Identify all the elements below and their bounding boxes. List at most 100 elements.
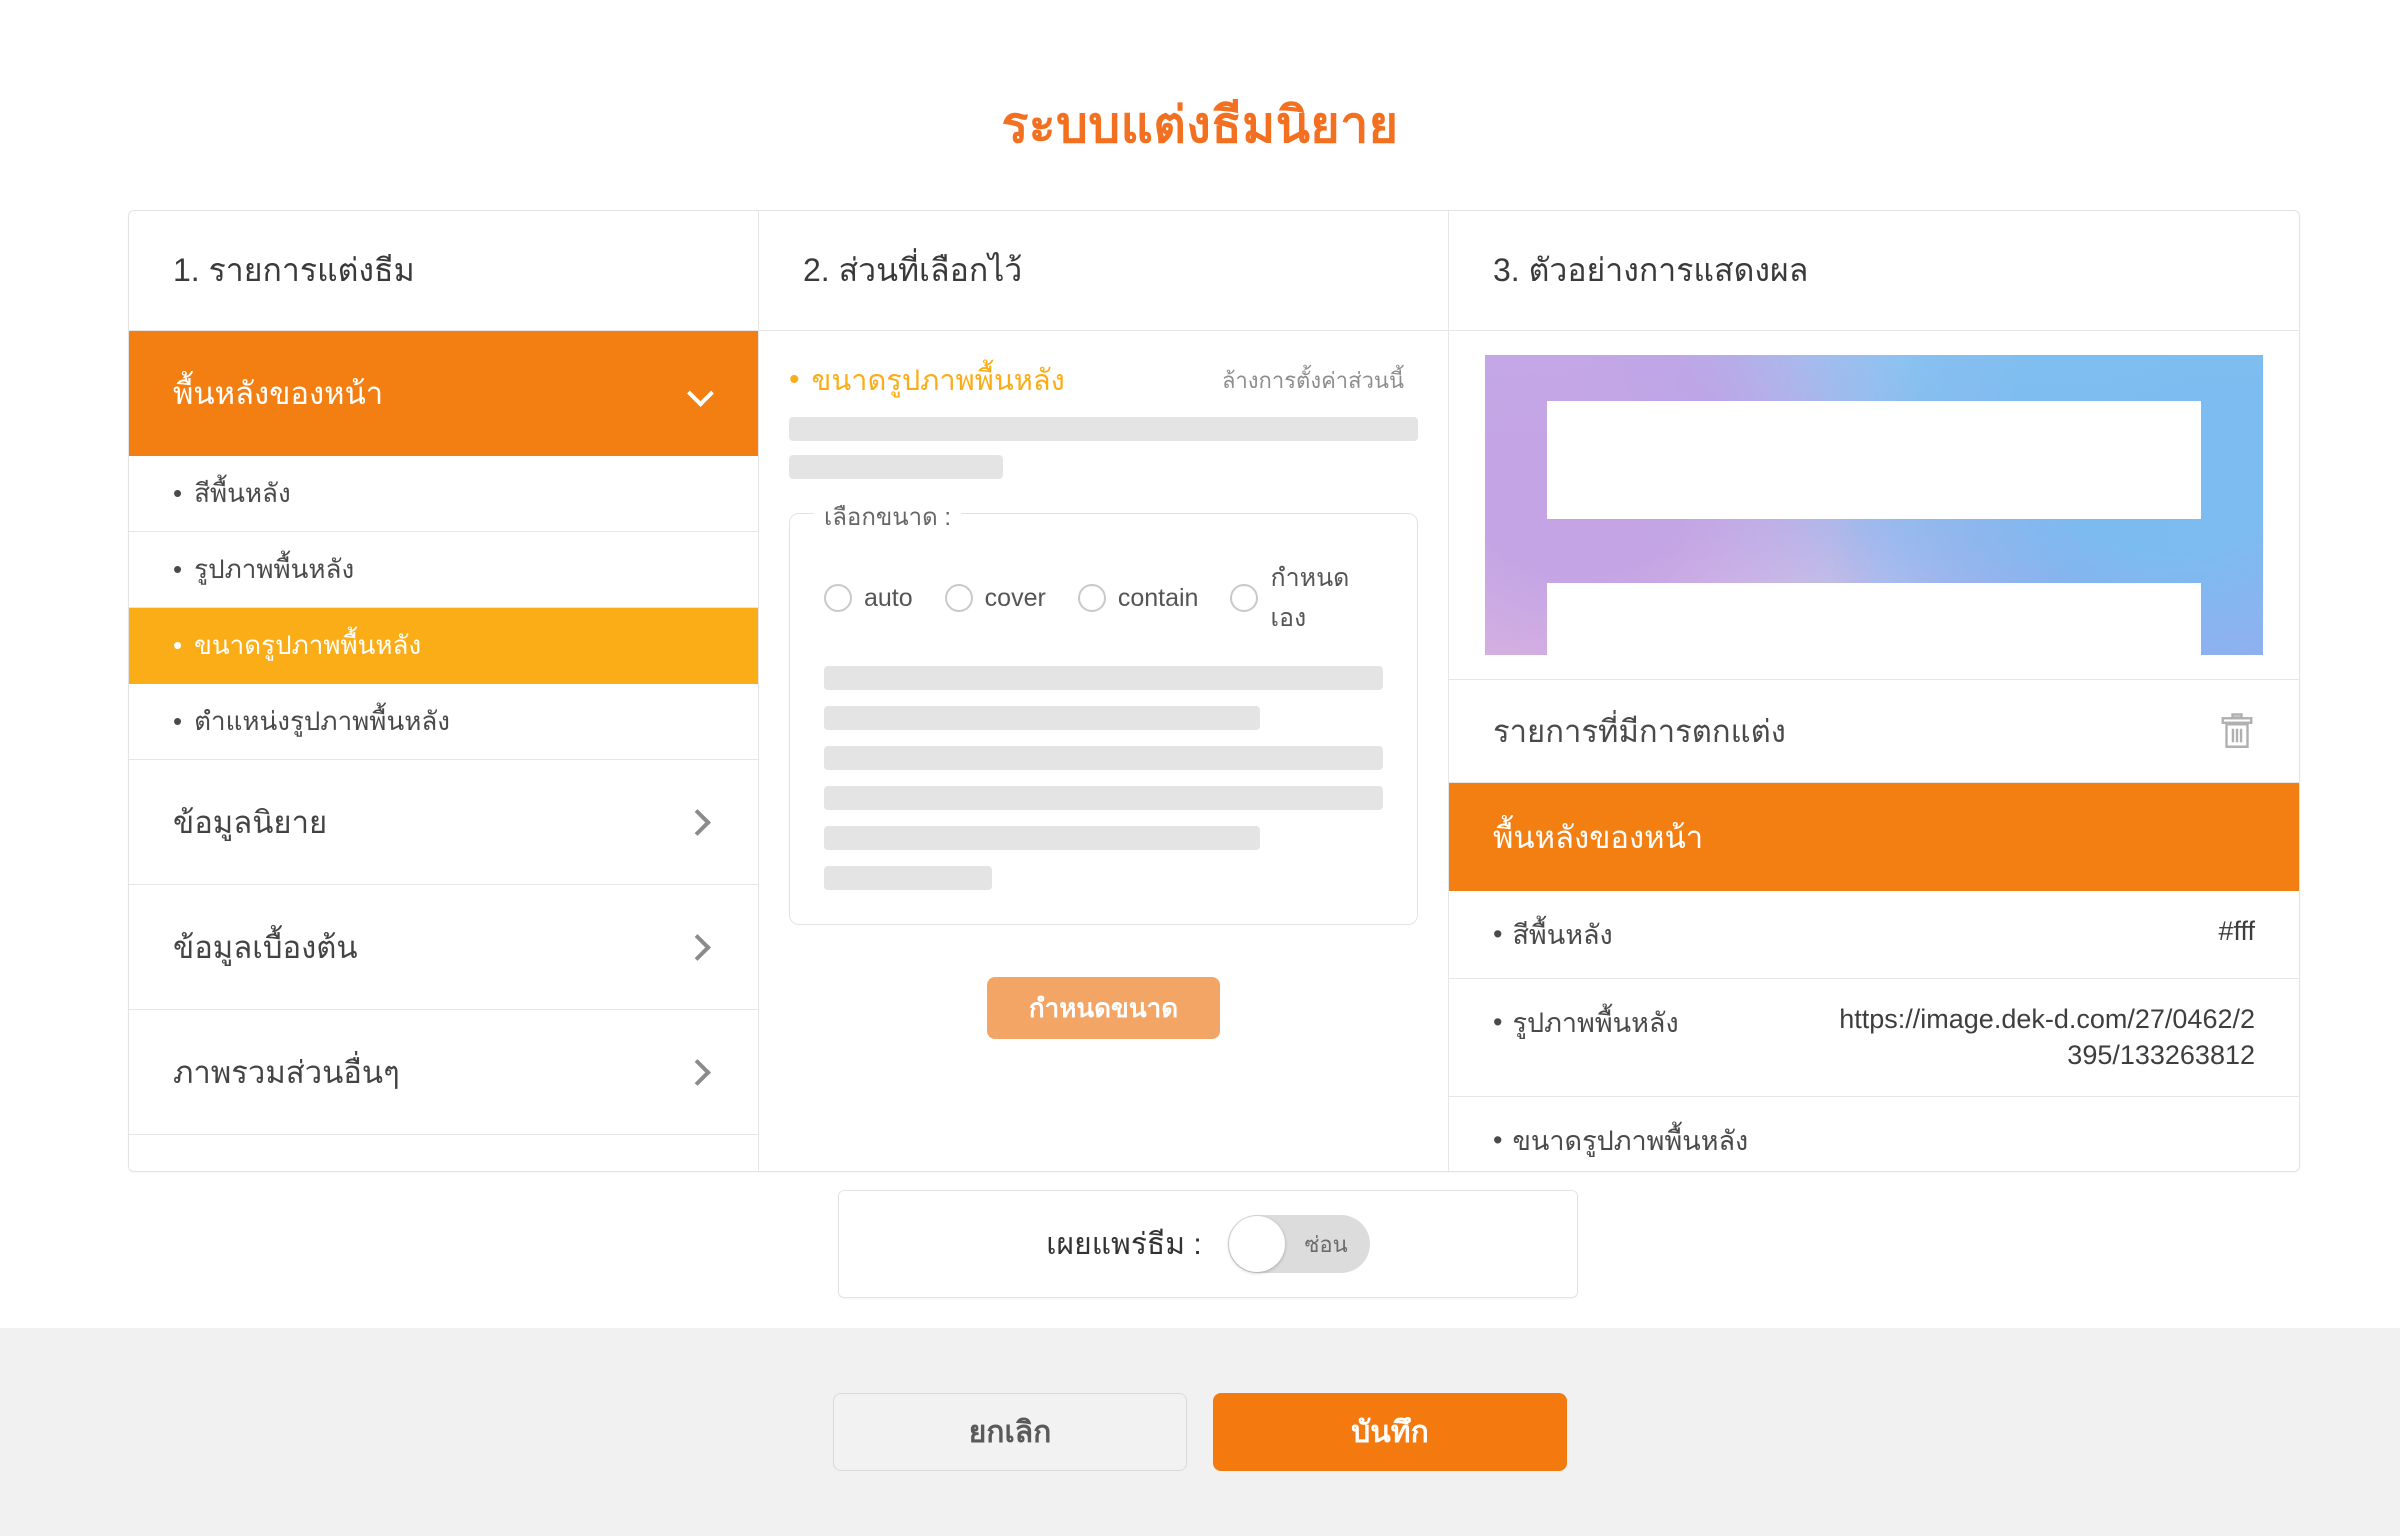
- save-button[interactable]: บันทึก: [1213, 1393, 1567, 1471]
- radio-label: contain: [1117, 583, 1199, 612]
- skeleton-bar: [824, 786, 1383, 810]
- toggle-state-text: ซ่อน: [1304, 1231, 1348, 1257]
- panel-theme-list: 1. รายการแต่งธีม พื้นหลังของหน้า • สีพื้…: [129, 211, 759, 1171]
- decorated-row-value: #fff: [2218, 916, 2255, 946]
- radio-option-contain[interactable]: contain: [1077, 583, 1199, 613]
- radio-option-custom[interactable]: กำหนดเอง: [1230, 558, 1383, 638]
- clear-settings-link[interactable]: ล้างการตั้งค่าส่วนนี้: [1222, 363, 1404, 398]
- theme-preview-image: [1485, 355, 2263, 655]
- skeleton-bar: [789, 455, 1003, 479]
- decorated-row-key-wrap: • ขนาดรูปภาพพื้นหลัง: [1493, 1119, 1748, 1162]
- sidebar-item-basic-info[interactable]: ข้อมูลเบื้องต้น: [129, 885, 758, 1010]
- footer-action-bar: ยกเลิก บันทึก: [0, 1328, 2400, 1536]
- sidebar-sub-label: • สีพื้นหลัง: [173, 473, 291, 514]
- decorated-group-page-background[interactable]: พื้นหลังของหน้า: [1449, 783, 2299, 891]
- decorated-row-background-image[interactable]: • รูปภาพพื้นหลัง https://image.dek-d.com…: [1449, 979, 2299, 1097]
- selected-section-head: • ขนาดรูปภาพพื้นหลัง ล้างการตั้งค่าส่วนน…: [759, 331, 1448, 403]
- bullet-icon: •: [789, 363, 800, 396]
- sidebar-item-label: ข้อมูลเบื้องต้น: [173, 930, 358, 965]
- skeleton-bar: [824, 866, 992, 890]
- sidebar-item-label: สีพื้นหลัง: [194, 478, 291, 508]
- sidebar-item-novel-info[interactable]: ข้อมูลนิยาย: [129, 760, 758, 885]
- size-fieldset-legend: เลือกขนาด :: [814, 497, 962, 536]
- top-skeleton-group: [759, 403, 1448, 479]
- publish-theme-toggle[interactable]: ซ่อน: [1227, 1215, 1370, 1273]
- radio-icon[interactable]: [1230, 584, 1259, 612]
- sidebar-item-label: ขนาดรูปภาพพื้นหลัง: [194, 630, 422, 660]
- panel-selected-section: 2. ส่วนที่เลือกไว้ • ขนาดรูปภาพพื้นหลัง …: [759, 211, 1449, 1171]
- decorated-list-header: รายการที่มีการตกแต่ง: [1449, 679, 2299, 783]
- sidebar-sub-label: • ตำแหน่งรูปภาพพื้นหลัง: [173, 701, 450, 742]
- bullet-icon: •: [173, 554, 183, 584]
- sidebar-item-background-size[interactable]: • ขนาดรูปภาพพื้นหลัง: [129, 608, 758, 684]
- sidebar-item-page-background[interactable]: พื้นหลังของหน้า: [129, 331, 758, 456]
- toggle-knob[interactable]: [1228, 1216, 1285, 1272]
- selected-section-title: • ขนาดรูปภาพพื้นหลัง: [789, 357, 1065, 403]
- sidebar-item-label: ตำแหน่งรูปภาพพื้นหลัง: [194, 706, 450, 736]
- size-fieldset: เลือกขนาด : auto cover contain กำหนดเอง: [789, 497, 1418, 925]
- sidebar-item-other-overview[interactable]: ภาพรวมส่วนอื่นๆ: [129, 1010, 758, 1135]
- bullet-icon: •: [173, 630, 183, 660]
- sidebar-item-label: รูปภาพพื้นหลัง: [194, 554, 355, 584]
- radio-label: กำหนดเอง: [1270, 564, 1350, 632]
- skeleton-bar: [824, 666, 1383, 690]
- decorated-row-background-color[interactable]: • สีพื้นหลัง #fff: [1449, 891, 2299, 979]
- bullet-icon: •: [1493, 919, 1503, 949]
- decorated-list-title: รายการที่มีการตกแต่ง: [1493, 714, 1786, 749]
- decorated-group-label: พื้นหลังของหน้า: [1493, 820, 1704, 855]
- trash-icon[interactable]: [2219, 711, 2255, 751]
- selected-section-label: ขนาดรูปภาพพื้นหลัง: [811, 365, 1065, 397]
- theme-editor-board: 1. รายการแต่งธีม พื้นหลังของหน้า • สีพื้…: [128, 210, 2300, 1172]
- bullet-icon: •: [1493, 1124, 1503, 1155]
- decorated-row-key: รูปภาพพื้นหลัง: [1512, 1008, 1679, 1038]
- sidebar-item-background-position[interactable]: • ตำแหน่งรูปภาพพื้นหลัง: [129, 684, 758, 760]
- preview-content-block: [1547, 401, 2201, 519]
- sidebar-item-background-image[interactable]: • รูปภาพพื้นหลัง: [129, 532, 758, 608]
- fieldset-skeleton-group: [824, 648, 1383, 890]
- radio-label: auto: [864, 583, 913, 612]
- decorated-row-key-wrap: • รูปภาพพื้นหลัง: [1493, 1001, 1679, 1044]
- chevron-right-icon: [688, 809, 714, 835]
- radio-icon[interactable]: [824, 584, 852, 612]
- sidebar-sub-label: • รูปภาพพื้นหลัง: [173, 549, 354, 590]
- skeleton-bar: [789, 417, 1418, 441]
- sidebar-item-label: ข้อมูลนิยาย: [173, 805, 328, 840]
- publish-theme-card: เผยแพร่ธีม : ซ่อน: [838, 1190, 1578, 1298]
- panel-preview: 3. ตัวอย่างการแสดงผล รายการที่มีการตกแต่…: [1449, 211, 2299, 1171]
- decorated-row-key: สีพื้นหลัง: [1512, 920, 1613, 950]
- theme-editor-page: ระบบแต่งธีมนิยาย 1. รายการแต่งธีม พื้นหล…: [0, 0, 2400, 1536]
- panel1-header: 1. รายการแต่งธีม: [129, 211, 758, 331]
- apply-size-wrap: กำหนดขนาด: [759, 977, 1448, 1039]
- sidebar-item-background-color[interactable]: • สีพื้นหลัง: [129, 456, 758, 532]
- decorated-row-value: https://image.dek-d.com/27/0462/2395/133…: [1839, 1004, 2255, 1071]
- radio-icon[interactable]: [944, 584, 973, 612]
- panel2-header: 2. ส่วนที่เลือกไว้: [759, 211, 1448, 331]
- bullet-icon: •: [173, 706, 183, 736]
- preview-content-block: [1547, 583, 2201, 655]
- radio-option-auto[interactable]: auto: [824, 584, 913, 613]
- chevron-right-icon: [688, 934, 714, 960]
- cancel-button[interactable]: ยกเลิก: [833, 1393, 1187, 1471]
- sidebar-sub-label: • ขนาดรูปภาพพื้นหลัง: [173, 625, 421, 666]
- theme-item-list: พื้นหลังของหน้า • สีพื้นหลัง • รูปภาพพื้…: [129, 331, 758, 1171]
- page-title: ระบบแต่งธีมนิยาย: [1001, 97, 1399, 153]
- publish-theme-label: เผยแพร่ธีม :: [1046, 1227, 1202, 1261]
- skeleton-bar: [824, 826, 1261, 850]
- chevron-down-icon: [688, 380, 714, 406]
- bullet-icon: •: [173, 478, 183, 508]
- decorated-row-key: ขนาดรูปภาพพื้นหลัง: [1512, 1125, 1749, 1156]
- bullet-icon: •: [1493, 1007, 1503, 1037]
- skeleton-bar: [824, 746, 1383, 770]
- radio-option-cover[interactable]: cover: [944, 583, 1046, 613]
- decorated-row-background-size[interactable]: • ขนาดรูปภาพพื้นหลัง: [1449, 1097, 2299, 1171]
- panel3-header: 3. ตัวอย่างการแสดงผล: [1449, 211, 2299, 331]
- apply-size-button[interactable]: กำหนดขนาด: [986, 977, 1221, 1039]
- radio-icon[interactable]: [1077, 584, 1106, 612]
- decorated-row-key-wrap: • สีพื้นหลัง: [1493, 913, 1613, 956]
- sidebar-item-label: พื้นหลังของหน้า: [173, 376, 384, 411]
- sidebar-item-label: ภาพรวมส่วนอื่นๆ: [173, 1055, 400, 1090]
- radio-label: cover: [984, 583, 1046, 612]
- list-row-partial: [129, 1135, 758, 1171]
- skeleton-bar: [824, 706, 1261, 730]
- chevron-right-icon: [688, 1059, 714, 1085]
